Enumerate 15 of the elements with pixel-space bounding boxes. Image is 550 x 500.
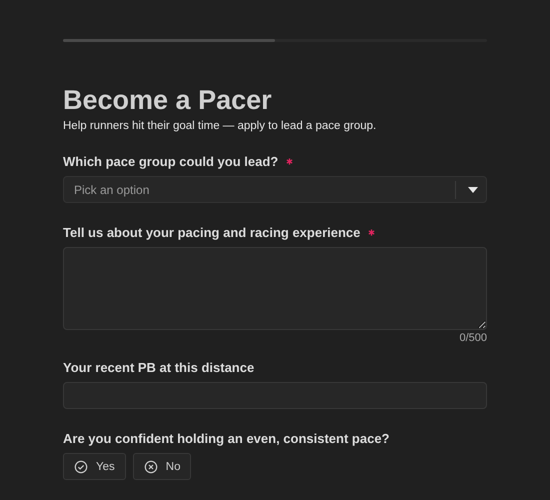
field-label: Which pace group could you lead? (63, 154, 278, 169)
field-label: Your recent PB at this distance (63, 360, 254, 375)
input-field[interactable] (63, 382, 487, 409)
caret-icon (468, 186, 478, 192)
check-circle-icon (74, 460, 88, 474)
choice-button[interactable]: No (132, 453, 192, 480)
select-field[interactable]: Pick an option (63, 176, 487, 203)
choice-button[interactable]: Yes (63, 453, 126, 480)
character-counter: 0/500 (458, 332, 487, 344)
field-label: Are you confident holding an even, consistent pace? (63, 431, 390, 446)
cross-circle-icon (144, 460, 158, 474)
form-subtitle: Help runners hit their goal time — apply to lead a pace group. (63, 120, 378, 132)
form-title: Become a Pacer (63, 84, 273, 116)
field-label: Tell us about your pacing and racing experience (63, 225, 360, 240)
text-area[interactable] (63, 247, 487, 330)
